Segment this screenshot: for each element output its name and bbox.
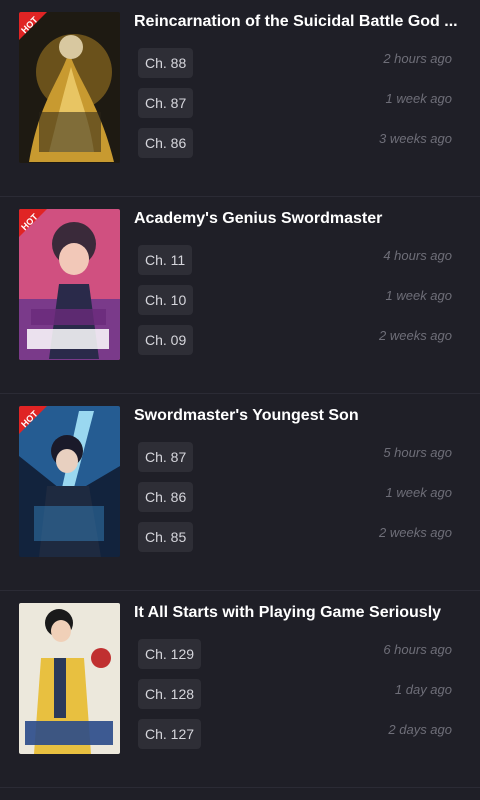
series-title[interactable]: Reincarnation of the Suicidal Battle God… bbox=[134, 12, 464, 32]
chapter-button[interactable]: Ch. 10 bbox=[138, 285, 194, 315]
chapter-button[interactable]: Ch. 87 bbox=[138, 88, 194, 118]
series-cover[interactable] bbox=[19, 603, 120, 754]
chapter-time: 1 week ago bbox=[385, 288, 453, 303]
chapter-time: 1 day ago bbox=[394, 682, 452, 697]
series-title[interactable]: Academy's Genius Swordmaster bbox=[134, 209, 464, 229]
series-item: HOT Academy's Genius Swordmaster Ch. 11 … bbox=[0, 197, 480, 394]
series-cover[interactable]: HOT bbox=[19, 12, 120, 163]
series-item: HOT Reincarnation of the Suicidal Battle… bbox=[0, 0, 480, 197]
chapter-time: 2 hours ago bbox=[383, 51, 452, 66]
chapter-button[interactable]: Ch. 85 bbox=[138, 522, 194, 552]
chapter-time: 1 week ago bbox=[385, 91, 453, 106]
chapter-time: 2 weeks ago bbox=[379, 328, 452, 343]
chapter-button[interactable]: Ch. 87 bbox=[138, 442, 194, 472]
chapter-button[interactable]: Ch. 11 bbox=[138, 245, 193, 275]
hot-badge bbox=[19, 209, 47, 237]
chapter-time: 6 hours ago bbox=[383, 642, 452, 657]
series-title[interactable]: It All Starts with Playing Game Seriousl… bbox=[134, 603, 464, 623]
series-cover[interactable]: HOT bbox=[19, 209, 120, 360]
series-item: It All Starts with Playing Game Seriousl… bbox=[0, 591, 480, 788]
chapter-button[interactable]: Ch. 86 bbox=[138, 128, 194, 158]
hot-badge bbox=[19, 12, 47, 40]
series-cover-partial[interactable] bbox=[19, 796, 120, 800]
chapter-button[interactable]: Ch. 129 bbox=[138, 639, 202, 669]
series-title[interactable]: Swordmaster's Youngest Son bbox=[134, 406, 464, 426]
chapter-time: 3 weeks ago bbox=[379, 131, 452, 146]
chapter-time: 5 hours ago bbox=[383, 445, 452, 460]
chapter-time: 1 week ago bbox=[385, 485, 453, 500]
chapter-button[interactable]: Ch. 88 bbox=[138, 48, 194, 78]
chapter-button[interactable]: Ch. 86 bbox=[138, 482, 194, 512]
chapter-time: 2 weeks ago bbox=[379, 525, 452, 540]
chapter-button[interactable]: Ch. 127 bbox=[138, 719, 202, 749]
chapter-button[interactable]: Ch. 09 bbox=[138, 325, 194, 355]
chapter-time: 2 days ago bbox=[388, 722, 452, 737]
chapter-time: 4 hours ago bbox=[383, 248, 452, 263]
hot-badge bbox=[19, 406, 47, 434]
series-item: HOT Swordmaster's Youngest Son Ch. 87 5 … bbox=[0, 394, 480, 591]
series-cover[interactable]: HOT bbox=[19, 406, 120, 557]
chapter-button[interactable]: Ch. 128 bbox=[138, 679, 202, 709]
cover-image bbox=[19, 603, 120, 754]
series-list: HOT Reincarnation of the Suicidal Battle… bbox=[0, 0, 480, 788]
